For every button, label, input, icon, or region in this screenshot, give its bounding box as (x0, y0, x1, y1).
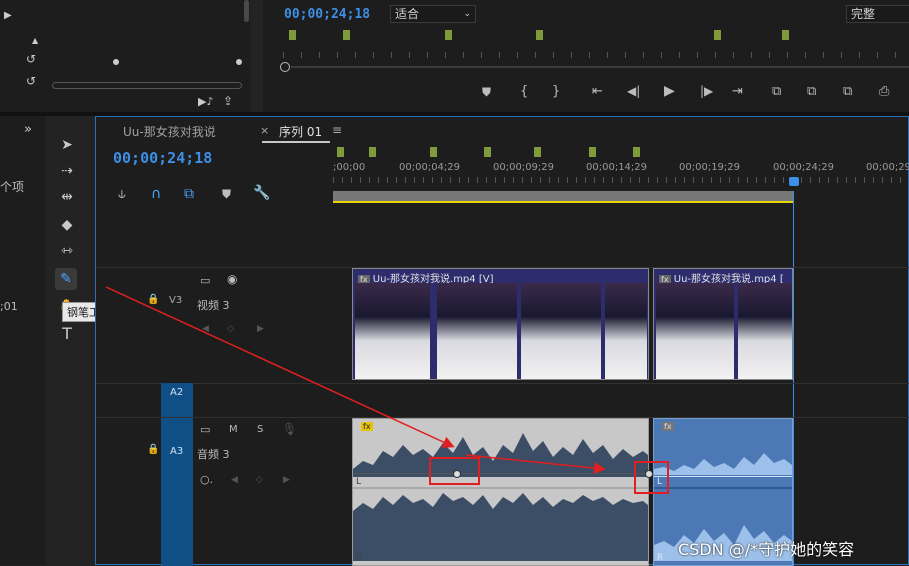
watermark: CSDN @/*守护她的笑容 (678, 540, 855, 559)
annotation-box (429, 457, 480, 485)
annotation-box (634, 461, 669, 494)
